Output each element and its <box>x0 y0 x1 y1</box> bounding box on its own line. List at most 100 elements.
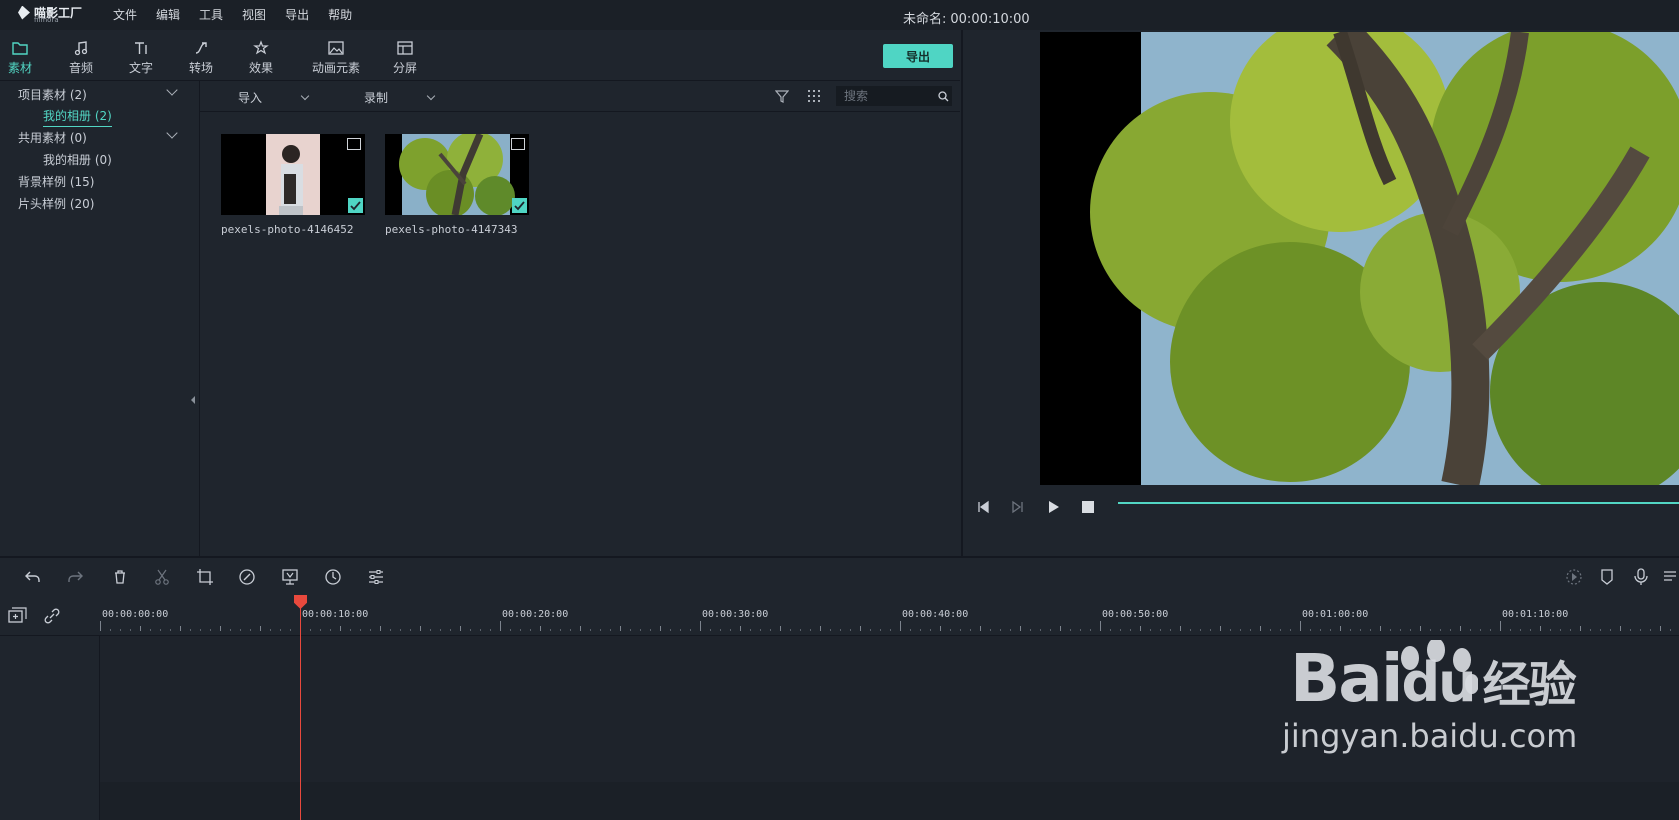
transition-icon <box>195 42 207 54</box>
playhead[interactable] <box>300 598 301 820</box>
stop-icon[interactable] <box>1080 500 1096 514</box>
tab-label: 音频 <box>68 61 93 75</box>
effects-icon <box>253 40 269 55</box>
tab-label: 素材 <box>7 61 32 75</box>
tab-media[interactable]: 素材 <box>0 40 46 85</box>
scissors-icon[interactable] <box>153 568 171 586</box>
filter-icon[interactable] <box>775 89 789 103</box>
project-name: 未命名: <box>903 12 947 27</box>
chevron-down-icon <box>300 91 310 101</box>
sidebar-item-background-samples[interactable]: 背景样例 (15) <box>18 173 94 190</box>
tab-label: 分屏 <box>392 61 417 75</box>
sidebar-item-my-album[interactable]: 我的相册 (2) <box>43 107 112 127</box>
tree-photo-preview <box>1040 32 1679 485</box>
menu-tools[interactable]: 工具 <box>199 6 223 23</box>
image-type-icon <box>511 138 525 150</box>
preview-panel <box>961 30 1679 556</box>
audio-mixer-icon[interactable] <box>1662 568 1679 586</box>
search-icon[interactable] <box>938 91 949 102</box>
tab-effects[interactable]: 效果 <box>235 40 287 76</box>
library-sidebar: 项目素材 (2) 我的相册 (2) 共用素材 (0) 我的相册 (0) 背景样例… <box>0 81 200 626</box>
sidebar-item-project-media[interactable]: 项目素材 (2) <box>18 86 87 103</box>
split-screen-icon <box>397 41 413 55</box>
export-button[interactable]: 导出 <box>883 44 953 68</box>
track-header <box>0 636 100 820</box>
media-library: 导入 录制 pexels-photo-4146452 <box>200 81 960 556</box>
preview-seek-bar[interactable] <box>1118 502 1679 504</box>
ruler-tick-label: 00:00:10:00 <box>302 609 368 620</box>
delete-icon[interactable] <box>111 568 129 586</box>
menu-help[interactable]: 帮助 <box>328 6 352 23</box>
main-menu: 文件 编辑 工具 视图 导出 帮助 <box>113 6 352 23</box>
link-icon[interactable] <box>43 607 61 625</box>
ruler-tick-label: 00:00:30:00 <box>702 609 768 620</box>
media-item-name-2: pexels-photo-4147343 <box>385 223 518 236</box>
marker-icon[interactable] <box>1598 568 1616 586</box>
next-frame-icon[interactable] <box>1009 500 1025 514</box>
tab-label: 效果 <box>248 61 273 75</box>
play-icon[interactable] <box>1045 500 1061 514</box>
adjust-sliders-icon[interactable] <box>367 568 385 586</box>
ruler-tick-label: 00:01:00:00 <box>1302 609 1368 620</box>
menu-bar: 喵影工厂 filmora 文件 编辑 工具 视图 导出 帮助 未命名: 00:00… <box>0 0 1679 30</box>
sidebar-item-shared-media[interactable]: 共用素材 (0) <box>18 129 87 146</box>
render-preview-icon[interactable] <box>1565 568 1583 586</box>
menu-view[interactable]: 视图 <box>242 6 266 23</box>
filmora-logo-icon <box>18 5 30 20</box>
tab-transition[interactable]: 转场 <box>175 40 227 76</box>
tab-label: 文字 <box>128 61 153 75</box>
record-dropdown[interactable]: 录制 <box>364 89 436 106</box>
preview-viewer[interactable] <box>1040 32 1679 485</box>
ruler-tick-label: 00:00:50:00 <box>1102 609 1168 620</box>
microphone-icon[interactable] <box>1632 568 1650 586</box>
search-input[interactable] <box>836 86 952 106</box>
menu-export[interactable]: 导出 <box>285 6 309 23</box>
add-track-icon[interactable] <box>8 607 28 625</box>
tab-animated-elements[interactable]: 动画元素 <box>306 40 366 76</box>
timeline-track-lane[interactable] <box>100 782 1679 820</box>
media-thumbnail-1[interactable] <box>221 134 365 215</box>
media-toolbar: 导入 录制 <box>200 81 960 112</box>
paw-print-icon <box>1401 640 1478 694</box>
checkmark-icon <box>348 198 363 213</box>
tab-label: 转场 <box>188 61 213 75</box>
ruler-tick-label: 00:00:40:00 <box>902 609 968 620</box>
import-dropdown[interactable]: 导入 <box>238 89 310 106</box>
ruler-tick-label: 00:00:00:00 <box>102 609 168 620</box>
app-subname: filmora <box>34 16 59 24</box>
tab-label: 动画元素 <box>311 61 360 75</box>
crop-icon[interactable] <box>196 568 214 586</box>
grid-view-icon[interactable] <box>807 89 821 103</box>
media-item-name-1: pexels-photo-4146452 <box>221 223 354 236</box>
tab-text[interactable]: 文字 <box>115 40 167 76</box>
playback-controls <box>963 492 1679 522</box>
redo-icon[interactable] <box>66 568 84 586</box>
tab-audio[interactable]: 音频 <box>55 40 107 76</box>
sidebar-item-intro-samples[interactable]: 片头样例 (20) <box>18 195 94 212</box>
tab-split-screen[interactable]: 分屏 <box>379 40 431 76</box>
green-screen-icon[interactable] <box>281 568 299 586</box>
timeline-toolbar <box>0 556 1679 597</box>
watermark-brand: Bai <box>1290 640 1403 717</box>
sidebar-item-shared-album[interactable]: 我的相册 (0) <box>43 151 112 168</box>
color-adjust-icon[interactable] <box>238 568 256 586</box>
asset-toolbar: 素材 音频 文字 转场 效果 动画元素 分屏 导出 <box>0 30 960 85</box>
menu-file[interactable]: 文件 <box>113 6 137 23</box>
image-type-icon <box>347 138 361 150</box>
portrait-photo-thumbnail <box>221 134 365 215</box>
menu-edit[interactable]: 编辑 <box>156 6 180 23</box>
chevron-down-icon[interactable] <box>166 127 178 139</box>
timeline-ruler[interactable]: 00:00:00:00 00:00:10:00 00:00:20:00 00:00:3… <box>100 595 1679 635</box>
undo-icon[interactable] <box>24 568 42 586</box>
image-icon <box>328 41 344 55</box>
timeline-ruler-area: 00:00:00:00 00:00:10:00 00:00:20:00 00:00:3… <box>0 595 1679 636</box>
media-thumbnail-2[interactable] <box>385 134 529 215</box>
import-label: 导入 <box>238 91 263 105</box>
chevron-down-icon <box>426 91 436 101</box>
ruler-tick-label: 00:01:10:00 <box>1502 609 1568 620</box>
speed-clock-icon[interactable] <box>324 568 342 586</box>
collapse-panel-icon[interactable] <box>191 396 195 404</box>
chevron-down-icon[interactable] <box>166 84 178 96</box>
previous-frame-icon[interactable] <box>976 500 992 514</box>
project-duration: 00:00:10:00 <box>950 12 1030 27</box>
